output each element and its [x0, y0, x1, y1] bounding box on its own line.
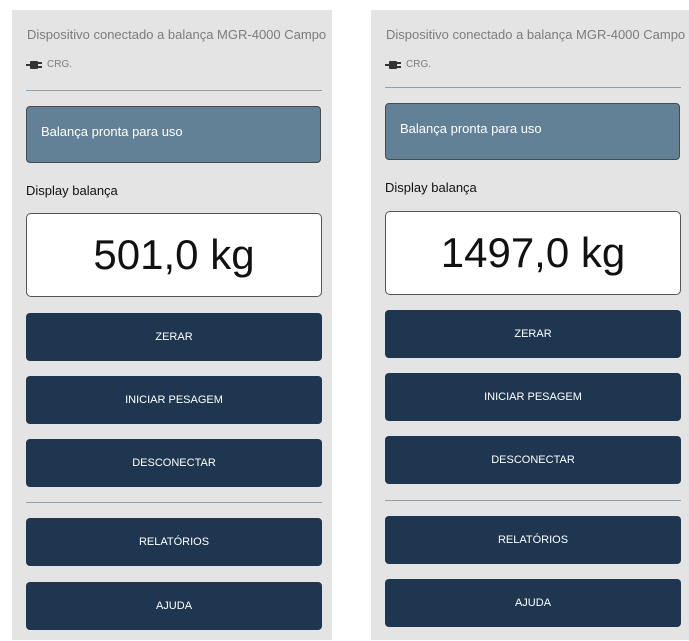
- connection-label: CRG.: [47, 59, 72, 70]
- start-weighing-button[interactable]: INICIAR PESAGEM: [26, 376, 322, 424]
- weight-value: 1497,0 kg: [440, 229, 626, 276]
- zero-button[interactable]: ZERAR: [385, 310, 681, 358]
- divider: [26, 90, 322, 91]
- weight-value: 501,0 kg: [93, 231, 255, 278]
- plug-icon: [26, 60, 42, 69]
- device-connection-text: Dispositivo conectado a balança MGR-4000…: [386, 27, 686, 42]
- device-connection-text: Dispositivo conectado a balança MGR-4000…: [27, 27, 327, 42]
- connection-label: CRG.: [406, 59, 431, 70]
- app-screen-right: Dispositivo conectado a balança MGR-4000…: [371, 10, 689, 640]
- disconnect-button[interactable]: DESCONECTAR: [385, 436, 681, 484]
- divider: [385, 87, 681, 88]
- app-screen-left: Dispositivo conectado a balança MGR-4000…: [12, 10, 332, 640]
- status-message: Balança pronta para uso: [41, 124, 183, 139]
- weight-display: 1497,0 kg: [385, 211, 681, 295]
- help-button[interactable]: AJUDA: [26, 582, 322, 630]
- divider: [26, 502, 322, 503]
- disconnect-button[interactable]: DESCONECTAR: [26, 439, 322, 487]
- zero-button[interactable]: ZERAR: [26, 313, 322, 361]
- display-label: Display balança: [26, 183, 118, 198]
- connection-status: CRG.: [385, 59, 431, 70]
- status-message: Balança pronta para uso: [400, 121, 542, 136]
- status-banner: Balança pronta para uso: [26, 106, 321, 163]
- display-label: Display balança: [385, 180, 477, 195]
- reports-button[interactable]: RELATÓRIOS: [26, 518, 322, 566]
- weight-display: 501,0 kg: [26, 213, 322, 297]
- status-banner: Balança pronta para uso: [385, 103, 680, 160]
- reports-button[interactable]: RELATÓRIOS: [385, 516, 681, 564]
- plug-icon: [385, 60, 401, 69]
- divider: [385, 500, 681, 501]
- help-button[interactable]: AJUDA: [385, 579, 681, 627]
- start-weighing-button[interactable]: INICIAR PESAGEM: [385, 373, 681, 421]
- connection-status: CRG.: [26, 59, 72, 70]
